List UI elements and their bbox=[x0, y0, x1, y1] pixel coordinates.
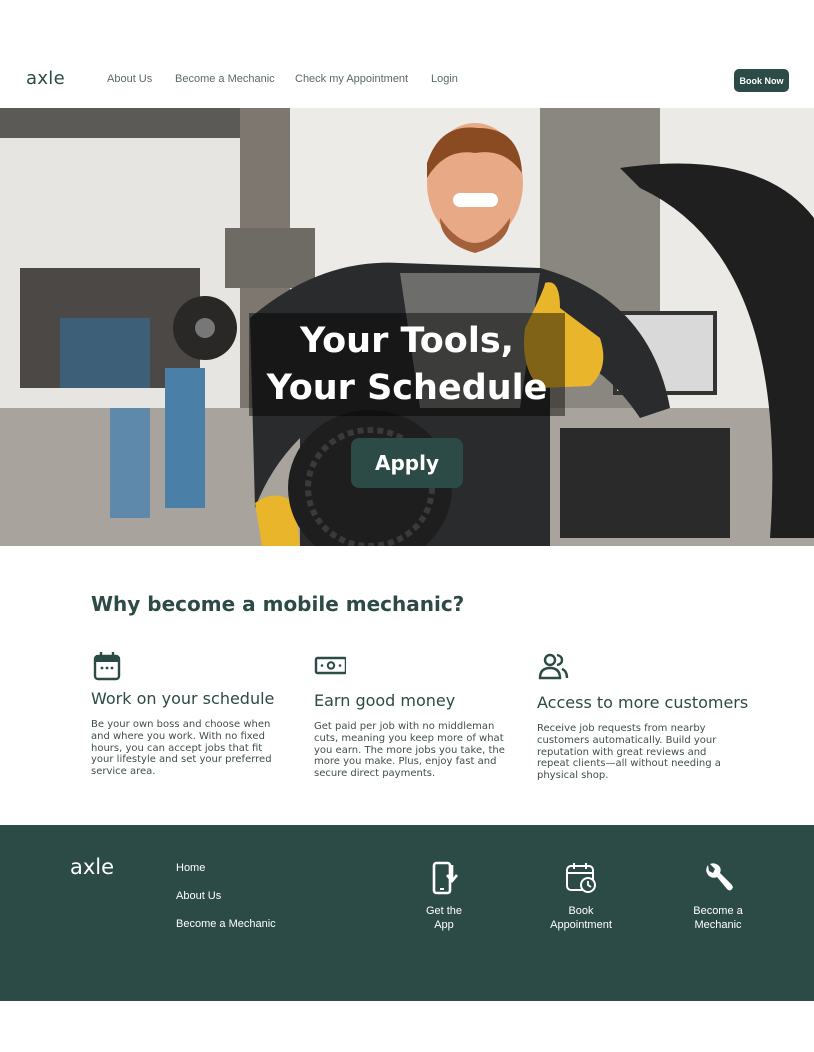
calendar-icon bbox=[93, 652, 121, 681]
nav-become-a-mechanic[interactable]: Become a Mechanic bbox=[175, 73, 275, 85]
footer-link-home[interactable]: Home bbox=[176, 862, 205, 874]
money-icon bbox=[314, 656, 346, 675]
book-appointment-button[interactable]: Book Appointment bbox=[536, 861, 626, 932]
footer-logo[interactable]: axle bbox=[70, 855, 114, 879]
section-title: Why become a mobile mechanic? bbox=[91, 592, 465, 616]
calendar-clock-icon bbox=[566, 863, 596, 893]
logo[interactable]: axle bbox=[26, 68, 65, 89]
feature-description: Be your own boss and choose when and whe… bbox=[91, 719, 272, 778]
footer-link-become-a-mechanic[interactable]: Become a Mechanic bbox=[176, 918, 276, 930]
hero-title-line-1: Your Tools, bbox=[300, 321, 514, 361]
feature-title: Work on your schedule bbox=[91, 689, 275, 708]
site-footer: axle Home About Us Become a Mechanic Get… bbox=[0, 825, 814, 1001]
nav-check-appointment[interactable]: Check my Appointment bbox=[295, 73, 408, 85]
get-the-app-button[interactable]: Get the App bbox=[399, 861, 489, 932]
apply-button[interactable]: Apply bbox=[351, 438, 463, 488]
nav-login[interactable]: Login bbox=[431, 73, 458, 85]
hero-section: Your Tools, Your Schedule Apply bbox=[0, 108, 814, 546]
wrench-icon bbox=[706, 863, 733, 891]
hero-title-line-2: Your Schedule bbox=[266, 368, 548, 408]
hero-title: Your Tools, Your Schedule bbox=[249, 318, 565, 412]
feature-title: Access to more customers bbox=[537, 693, 749, 712]
nav-about-us[interactable]: About Us bbox=[107, 73, 152, 85]
feature-description: Receive job requests from nearby custome… bbox=[537, 723, 721, 782]
feature-title: Earn good money bbox=[314, 691, 456, 710]
feature-description: Get paid per job with no middleman cuts,… bbox=[314, 721, 505, 780]
footer-link-about-us[interactable]: About Us bbox=[176, 890, 221, 902]
customers-icon bbox=[538, 653, 569, 680]
site-header: axle About Us Become a Mechanic Check my… bbox=[0, 0, 814, 108]
book-now-button[interactable]: Book Now bbox=[734, 69, 789, 92]
phone-download-icon bbox=[432, 861, 458, 895]
book-appointment-label: Book Appointment bbox=[550, 905, 612, 931]
get-the-app-label: Get the App bbox=[425, 905, 463, 931]
become-mechanic-label: Become a Mechanic bbox=[693, 905, 743, 931]
become-mechanic-button[interactable]: Become a Mechanic bbox=[673, 861, 763, 932]
